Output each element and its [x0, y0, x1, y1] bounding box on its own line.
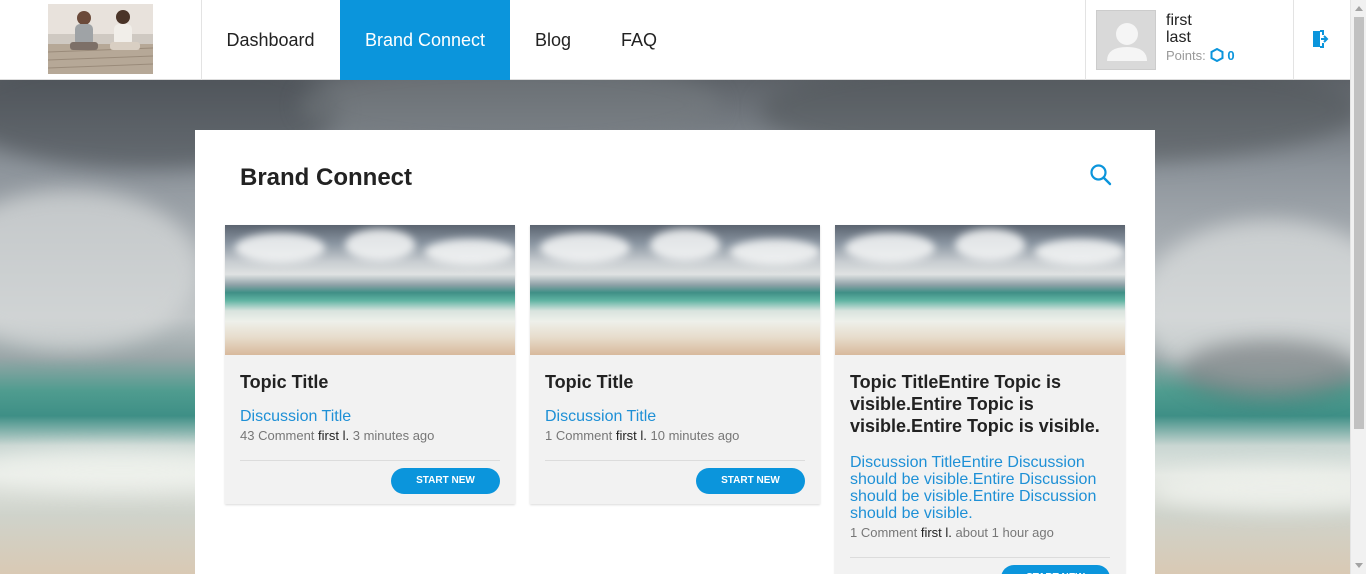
search-icon[interactable]	[1089, 163, 1113, 192]
card-divider	[240, 460, 500, 461]
discussion-meta: 1 Comment first l. 10 minutes ago	[545, 428, 805, 444]
nav-divider	[1293, 0, 1294, 80]
post-time: about 1 hour ago	[955, 525, 1054, 540]
author-name[interactable]: first l.	[318, 428, 349, 443]
nav-item-blog[interactable]: Blog	[510, 0, 596, 80]
topic-card-image	[835, 225, 1125, 355]
top-navbar: Dashboard Brand Connect Blog FAQ first l…	[0, 0, 1350, 80]
topic-card[interactable]: Topic Title Discussion Title 43 Comment …	[225, 225, 515, 504]
topic-card[interactable]: Topic Title Discussion Title 1 Comment f…	[530, 225, 820, 504]
card-divider	[850, 557, 1110, 558]
post-time: 10 minutes ago	[650, 428, 740, 443]
nav-item-faq[interactable]: FAQ	[596, 0, 682, 80]
nav-item-brand-connect[interactable]: Brand Connect	[340, 0, 510, 80]
start-new-button[interactable]: START NEW	[1001, 565, 1110, 574]
discussion-meta: 1 Comment first l. about 1 hour ago	[850, 525, 1110, 541]
start-new-button[interactable]: START NEW	[391, 468, 500, 494]
scroll-up-arrow-icon[interactable]	[1355, 6, 1363, 11]
page-scrollbar[interactable]	[1350, 0, 1366, 574]
scroll-down-arrow-icon[interactable]	[1355, 563, 1363, 568]
discussion-title-link[interactable]: Discussion Title	[545, 408, 805, 425]
points-label: Points:	[1166, 48, 1206, 63]
logout-icon[interactable]	[1311, 29, 1329, 54]
points-hexagon-icon	[1206, 47, 1224, 63]
topic-title: Topic Title	[240, 372, 329, 392]
topic-card[interactable]: Topic TitleEntire Topic is visible.Entir…	[835, 225, 1125, 574]
discussion-title-link[interactable]: Discussion Title	[240, 408, 500, 425]
user-avatar-icon[interactable]	[1096, 10, 1156, 70]
card-divider	[545, 460, 805, 461]
topic-title: Topic TitleEntire Topic is visible.Entir…	[850, 372, 1100, 436]
author-name[interactable]: first l.	[616, 428, 647, 443]
nav-item-dashboard[interactable]: Dashboard	[201, 0, 340, 80]
post-time: 3 minutes ago	[352, 428, 435, 443]
logo-photo[interactable]	[48, 4, 153, 74]
topic-card-image	[530, 225, 820, 355]
points-value: 0	[1227, 48, 1235, 63]
nav-divider	[1085, 0, 1086, 80]
start-new-button[interactable]: START NEW	[696, 468, 805, 494]
author-name[interactable]: first l.	[921, 525, 952, 540]
brand-connect-panel: Brand Connect Topic Title Discussion Tit…	[195, 130, 1155, 574]
user-last-name: last	[1166, 29, 1191, 46]
user-first-name: first	[1166, 12, 1192, 29]
discussion-meta: 43 Comment first l. 3 minutes ago	[240, 428, 500, 444]
comment-count: 1 Comment	[545, 428, 613, 443]
comment-count: 1 Comment	[850, 525, 918, 540]
topic-title: Topic Title	[545, 372, 634, 392]
page-title: Brand Connect	[240, 164, 413, 191]
comment-count: 43 Comment	[240, 428, 315, 443]
scrollbar-thumb[interactable]	[1354, 17, 1364, 429]
topic-card-image	[225, 225, 515, 355]
user-points: Points: 0	[1166, 47, 1235, 63]
discussion-title-link[interactable]: Discussion TitleEntire Discussion should…	[850, 454, 1110, 522]
